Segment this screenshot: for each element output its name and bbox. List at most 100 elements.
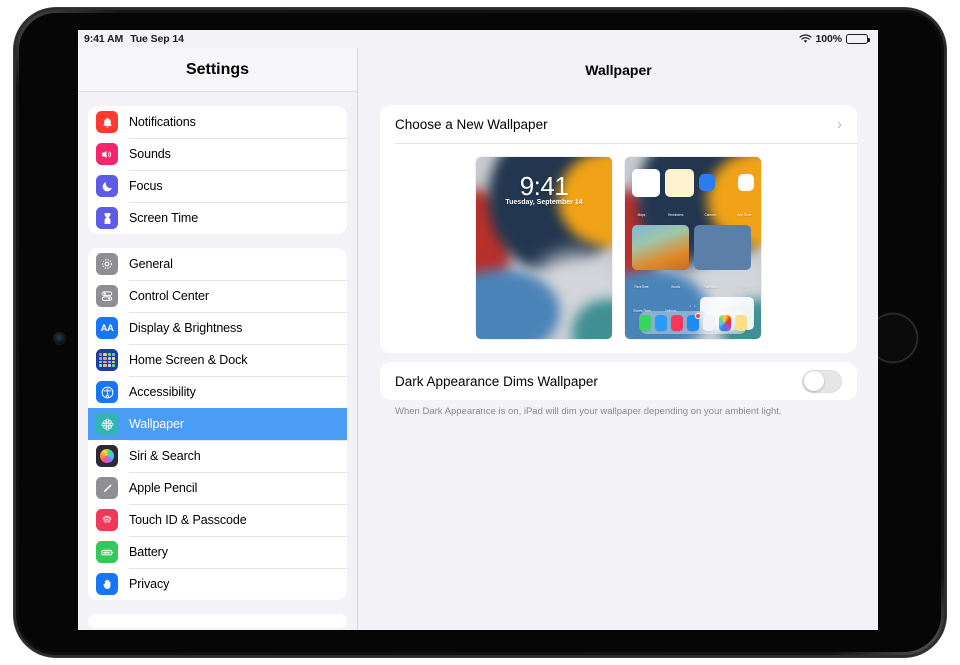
page-indicator: • • [689,303,697,308]
home-screen-preview[interactable]: Maps Reminders Camera App Store FaceTime… [625,157,761,339]
app-icon-files[interactable] [698,174,715,191]
home-widgets-row [632,169,754,197]
sidebar-item-label: Apple Pencil [129,481,198,495]
dark-appearance-toggle[interactable] [802,369,842,393]
sliders-icon [96,285,118,307]
widget-calendar[interactable] [632,169,661,197]
ipad-screen: 9:41 AM Tue Sep 14 100% Settings Notific… [78,30,878,630]
sidebar-item-label: Screen Time [129,211,199,225]
dock-icon-notes[interactable] [735,314,747,331]
widget-weather[interactable] [694,225,751,270]
sidebar-item-control-center[interactable]: Control Center [88,280,347,312]
app-icon-reminders[interactable] [737,174,754,191]
fingerprint-icon [96,509,118,531]
sidebar-item-sounds[interactable]: Sounds [88,138,347,170]
sidebar-item-label: Wallpaper [129,417,184,431]
widget-photos[interactable] [632,225,689,270]
sidebar-item-display-brightness[interactable]: AA Display & Brightness [88,312,347,344]
battery-icon [96,541,118,563]
dock-icon-messages[interactable] [639,314,651,331]
preview-status-bar [629,160,757,165]
chevron-right-icon: › [837,115,842,133]
sidebar-group-3-partial [88,614,347,628]
dock-icon-music[interactable] [671,314,683,331]
app-icon-facetime[interactable]: FaceTime [633,275,650,293]
dock-icon-safari[interactable] [655,314,667,331]
sidebar-item-battery[interactable]: Battery [88,536,347,568]
status-bar-right: 100% [798,33,870,45]
sidebar-title: Settings [78,48,357,92]
dock-icon-calendar[interactable] [703,314,715,331]
home-screen-content: Maps Reminders Camera App Store FaceTime… [625,157,761,339]
lock-screen-preview[interactable]: 9:41 Tuesday, September 14 [476,157,612,339]
sidebar-item-label: Privacy [129,577,170,591]
dark-appearance-row[interactable]: Dark Appearance Dims Wallpaper [380,362,857,400]
detail-title: Wallpaper [585,62,652,78]
app-icon-podcasts[interactable]: Podcasts [702,275,719,293]
app-icon-maps[interactable]: Maps [633,203,650,221]
hand-raised-icon [96,573,118,595]
wifi-icon [798,34,812,44]
sidebar-item-label: Focus [129,179,163,193]
sidebar-item-focus[interactable]: Focus [88,170,347,202]
sidebar-item-label: Battery [129,545,168,559]
text-size-icon: AA [96,317,118,339]
sidebar-item-home-screen-dock[interactable]: Home Screen & Dock [88,344,347,376]
sidebar-item-wallpaper[interactable]: Wallpaper [88,408,347,440]
dark-appearance-footnote: When Dark Appearance is on, iPad will di… [395,406,782,417]
home-apps-row-1: Maps Reminders Camera App Store [633,203,753,221]
notification-badge [694,313,701,319]
speaker-icon [96,143,118,165]
home-apps-row-2: FaceTime Books Podcasts TV [633,275,753,293]
battery-icon [846,33,870,45]
battery-percent-label: 100% [815,33,843,45]
sidebar-item-siri-search[interactable]: Siri & Search [88,440,347,472]
app-icon-tv[interactable]: TV [736,275,753,293]
lock-screen-date: Tuesday, September 14 [505,199,583,206]
status-date: Tue Sep 14 [130,33,184,45]
app-icon-reminders[interactable]: Reminders [667,203,684,221]
hourglass-icon [96,207,118,229]
dark-appearance-card: Dark Appearance Dims Wallpaper [380,362,857,400]
sidebar-item-touch-id-passcode[interactable]: Touch ID & Passcode [88,504,347,536]
front-camera [54,333,65,344]
sidebar-item-screen-time[interactable]: Screen Time [88,202,347,234]
sidebar-item-privacy[interactable]: Privacy [88,568,347,600]
preview-status-bar [480,160,608,165]
toggle-knob [803,371,824,391]
sidebar-item-label: Home Screen & Dock [129,353,248,367]
sidebar-item-label: Touch ID & Passcode [129,513,247,527]
wallpaper-detail-pane: Wallpaper Choose a New Wallpaper › 9:41 … [359,48,878,630]
settings-sidebar[interactable]: Settings Notifications Sounds Focus Scre… [78,48,358,630]
wallpaper-card: Choose a New Wallpaper › 9:41 Tuesday, S… [380,105,857,353]
wallpaper-previews: 9:41 Tuesday, September 14 Maps Reminder… [380,144,857,353]
sidebar-item-accessibility[interactable]: Accessibility [88,376,347,408]
sidebar-group-2: General Control Center AA Display & Brig… [88,248,347,600]
app-icon-app-store[interactable]: App Store [736,203,753,221]
sidebar-item-notifications[interactable]: Notifications [88,106,347,138]
sidebar-item-general[interactable]: General [88,248,347,280]
app-icon-books[interactable]: Books [667,275,684,293]
sidebar-item-label: Siri & Search [129,449,201,463]
sidebar-item-apple-pencil[interactable]: Apple Pencil [88,472,347,504]
home-dock [639,311,747,334]
sidebar-group-1: Notifications Sounds Focus Screen Time [88,106,347,234]
status-bar: 9:41 AM Tue Sep 14 100% [78,30,878,48]
sidebar-scroll-area[interactable]: Notifications Sounds Focus Screen Time G… [78,106,357,628]
dock-icon-mail[interactable] [687,313,701,331]
pencil-icon [96,477,118,499]
status-bar-left: 9:41 AM Tue Sep 14 [84,33,184,45]
sidebar-item-label: General [129,257,173,271]
sidebar-item-label: Display & Brightness [129,321,243,335]
home-widgets-row-2 [632,225,751,270]
bell-icon [96,111,118,133]
dock-icon-photos[interactable] [719,314,731,331]
choose-new-wallpaper-row[interactable]: Choose a New Wallpaper › [380,105,857,143]
moon-icon [96,175,118,197]
flower-icon [96,413,118,435]
accessibility-icon [96,381,118,403]
siri-icon [96,445,118,467]
app-icon-camera[interactable]: Camera [702,203,719,221]
sidebar-item-label: Accessibility [129,385,196,399]
widget-notes[interactable] [665,169,694,197]
